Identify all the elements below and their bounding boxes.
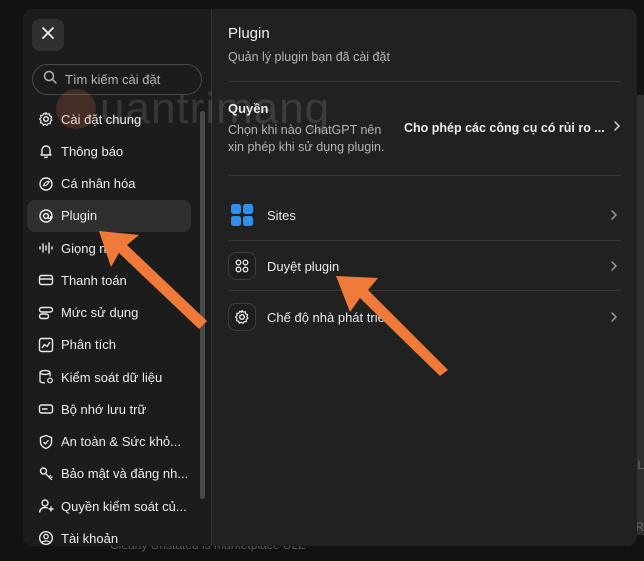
sidebar-item-personalization[interactable]: Cá nhân hóa — [27, 168, 191, 200]
voice-icon — [38, 240, 54, 256]
sidebar-item-data-controls[interactable]: Kiểm soát dữ liệu — [27, 361, 191, 393]
sidebar-item-notifications[interactable]: Thông báo — [27, 135, 191, 167]
sidebar-item-plugin[interactable]: Plugin — [27, 199, 191, 232]
bell-icon — [38, 143, 54, 159]
page-subtitle: Quản lý plugin bạn đã cài đặt — [228, 50, 390, 64]
chart-icon — [38, 337, 54, 353]
sidebar-item-account[interactable]: Tài khoản — [27, 522, 191, 546]
chevron-right-icon — [607, 209, 621, 221]
grid-icon — [228, 252, 256, 280]
storage-icon — [38, 401, 54, 417]
sidebar-item-security[interactable]: Bảo mật và đăng nh... — [27, 458, 191, 490]
permissions-value: Cho phép các công cụ có rủi ro ... — [404, 120, 605, 135]
permissions-dropdown[interactable]: Cho phép các công cụ có rủi ro ... — [404, 120, 621, 135]
page-title: Plugin — [228, 25, 270, 42]
sidebar-item-general[interactable]: Cài đặt chung — [27, 103, 191, 135]
account-icon — [38, 530, 54, 546]
close-icon — [41, 26, 55, 45]
sidebar-item-label: Bảo mật và đăng nh... — [61, 466, 189, 482]
developer-mode-label: Chế độ nhà phát triển — [267, 309, 393, 325]
chevron-right-icon — [613, 120, 621, 135]
browse-plugins-row[interactable]: Duyệt plugin — [228, 246, 621, 286]
sidebar-nav: Cài đặt chung Thông báo Cá nhân hóa Plug… — [27, 103, 191, 546]
divider — [228, 81, 621, 82]
sidebar-item-label: Plugin — [61, 208, 98, 224]
sites-icon — [228, 201, 256, 229]
sidebar-item-label: Quyền kiểm soát củ... — [61, 498, 187, 514]
sidebar-item-label: Bộ nhớ lưu trữ — [61, 401, 147, 417]
developer-mode-row[interactable]: Chế độ nhà phát triển — [228, 297, 621, 337]
sidebar-item-label: Kiểm soát dữ liệu — [61, 369, 163, 385]
settings-modal: Cài đặt chung Thông báo Cá nhân hóa Plug… — [23, 9, 637, 546]
user-icon — [38, 498, 54, 514]
sidebar-item-label: Giọng nói — [61, 240, 117, 256]
sidebar-item-label: Cài đặt chung — [61, 111, 142, 127]
gear-icon — [228, 303, 256, 331]
permissions-title: Quyền — [228, 101, 269, 116]
sites-row[interactable]: Sites — [228, 195, 621, 235]
chevron-right-icon — [607, 311, 621, 323]
database-icon — [38, 369, 54, 385]
search-box[interactable] — [32, 64, 202, 95]
divider — [228, 240, 621, 241]
shield-icon — [38, 434, 54, 450]
sidebar-item-safety[interactable]: An toàn & Sức khỏ... — [27, 426, 191, 458]
sidebar-item-parental-controls[interactable]: Quyền kiểm soát củ... — [27, 490, 191, 522]
search-input[interactable] — [65, 72, 195, 87]
sidebar-item-label: An toàn & Sức khỏ... — [61, 434, 181, 449]
sites-label: Sites — [267, 207, 296, 223]
sidebar-item-label: Mức sử dụng — [61, 305, 139, 320]
backdrop-right-text-1: L — [637, 458, 644, 472]
personalize-icon — [38, 176, 54, 192]
chevron-right-icon — [607, 260, 621, 272]
sidebar-item-usage[interactable]: Mức sử dụng — [27, 297, 191, 329]
permissions-description: Chọn khi nào ChatGPT nên xin phép khi sử… — [228, 123, 385, 154]
plugin-panel: Plugin Quản lý plugin bạn đã cài đặt Quy… — [212, 9, 637, 546]
sidebar-item-label: Cá nhân hóa — [61, 176, 136, 191]
divider — [228, 290, 621, 291]
settings-sidebar: Cài đặt chung Thông báo Cá nhân hóa Plug… — [23, 9, 211, 546]
divider — [228, 175, 621, 176]
close-button[interactable] — [32, 19, 64, 51]
sidebar-item-label: Thông báo — [61, 143, 124, 159]
sidebar-item-storage[interactable]: Bộ nhớ lưu trữ — [27, 393, 191, 425]
gear-icon — [38, 111, 54, 127]
lock-icon — [38, 466, 54, 482]
sidebar-item-analytics[interactable]: Phân tích — [27, 329, 191, 361]
sidebar-item-label: Phân tích — [61, 337, 116, 353]
usage-icon — [38, 305, 54, 321]
sidebar-item-label: Thanh toán — [61, 272, 127, 288]
sidebar-scrollbar[interactable] — [200, 111, 205, 499]
sidebar-item-voice[interactable]: Giọng nói — [27, 232, 191, 264]
sidebar-item-label: Tài khoản — [61, 530, 119, 546]
plugin-icon — [38, 208, 54, 224]
search-icon — [43, 70, 57, 89]
browse-plugins-label: Duyệt plugin — [267, 258, 340, 274]
card-icon — [38, 272, 54, 288]
sidebar-item-billing[interactable]: Thanh toán — [27, 264, 191, 296]
